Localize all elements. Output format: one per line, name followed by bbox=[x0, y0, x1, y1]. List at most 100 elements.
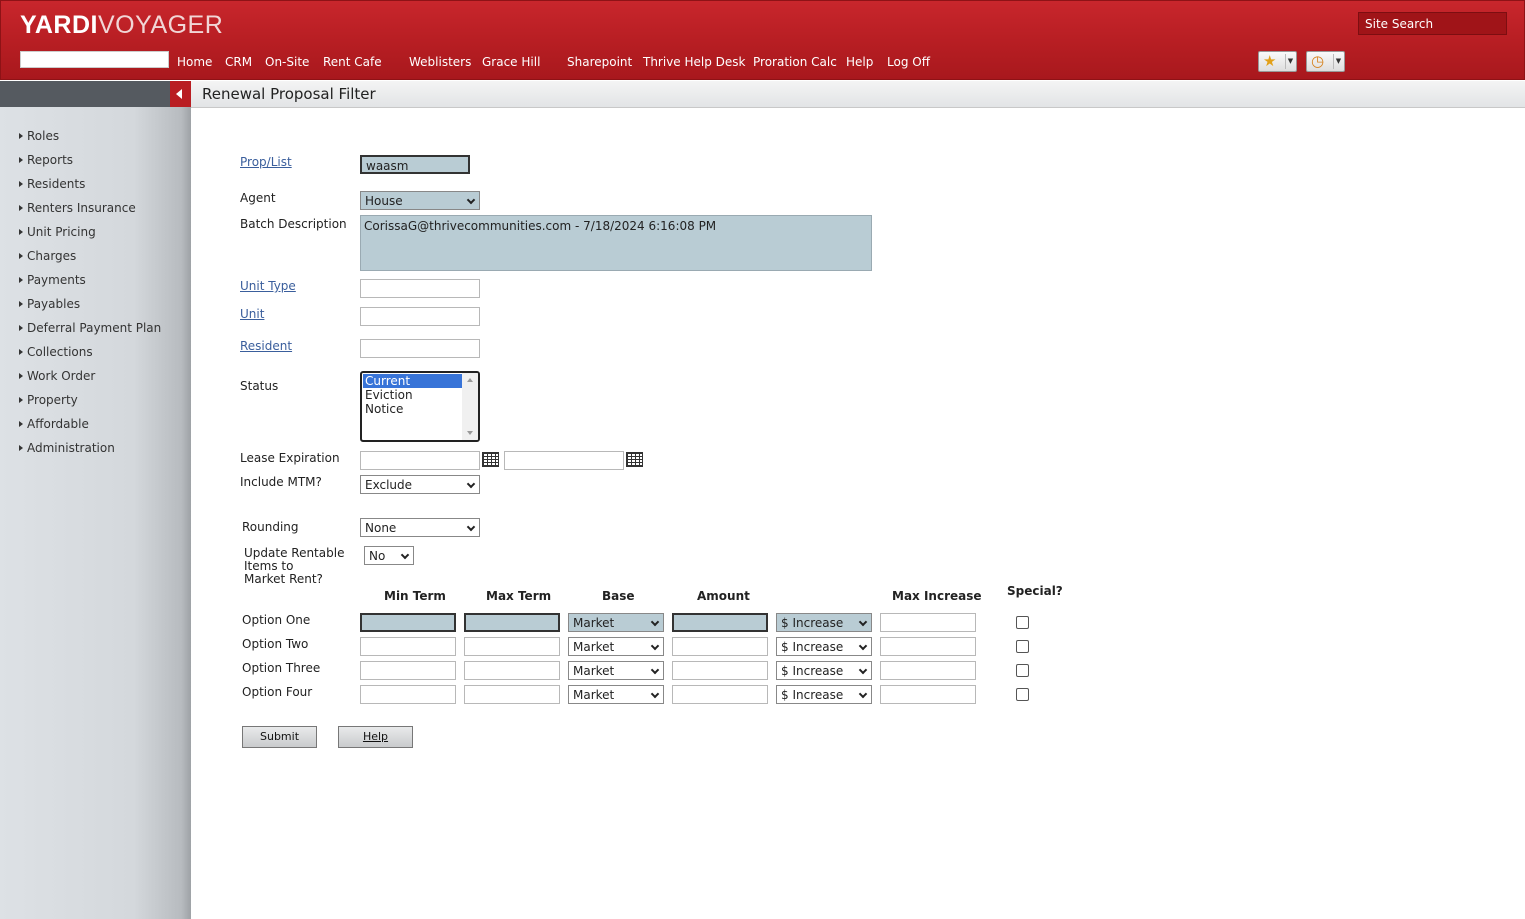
include-mtm-label: Include MTM? bbox=[240, 475, 322, 489]
rounding-select[interactable]: None bbox=[360, 518, 480, 537]
sidebar-item-unit-pricing[interactable]: Unit Pricing bbox=[19, 225, 96, 239]
sidebar-header bbox=[0, 81, 170, 107]
option-four-type-select[interactable]: $ Increase bbox=[776, 685, 872, 704]
option-three-max-term-input[interactable] bbox=[464, 661, 560, 680]
option-two-min-term-input[interactable] bbox=[360, 637, 456, 656]
status-option-eviction[interactable]: Eviction bbox=[363, 388, 464, 402]
status-scrollbar[interactable] bbox=[462, 373, 478, 440]
sidebar-item-payables[interactable]: Payables bbox=[19, 297, 80, 311]
caret-right-icon bbox=[19, 421, 23, 427]
caret-right-icon bbox=[19, 229, 23, 235]
option-four-amount-input[interactable] bbox=[672, 685, 768, 704]
status-option-current[interactable]: Current bbox=[363, 374, 464, 388]
option-four-min-term-input[interactable] bbox=[360, 685, 456, 704]
caret-right-icon bbox=[19, 301, 23, 307]
option-one-max-increase-input[interactable] bbox=[880, 613, 976, 632]
option-four-max-increase-input[interactable] bbox=[880, 685, 976, 704]
sidebar-item-affordable[interactable]: Affordable bbox=[19, 417, 89, 431]
option-two-special-checkbox[interactable] bbox=[1016, 640, 1029, 653]
sidebar-item-renters-insurance[interactable]: Renters Insurance bbox=[19, 201, 136, 215]
sidebar-collapse-button[interactable] bbox=[170, 81, 191, 107]
option-two-amount-input[interactable] bbox=[672, 637, 768, 656]
caret-right-icon bbox=[19, 253, 23, 259]
option-one-base-select[interactable]: Market bbox=[568, 613, 664, 632]
update-rentable-label: Market Rent? bbox=[244, 572, 323, 586]
batch-description-textarea[interactable]: CorissaG@thrivecommunities.com - 7/18/20… bbox=[360, 215, 872, 271]
unit-input[interactable] bbox=[360, 307, 480, 326]
nav-home[interactable]: Home bbox=[177, 55, 212, 69]
site-search-input[interactable]: Site Search bbox=[1358, 12, 1507, 35]
option-one-amount-input[interactable] bbox=[672, 613, 768, 632]
agent-select[interactable]: House bbox=[360, 191, 480, 210]
nav-rent-cafe[interactable]: Rent Cafe bbox=[323, 55, 382, 69]
status-label: Status bbox=[240, 379, 279, 393]
property-search-input[interactable] bbox=[20, 51, 169, 68]
include-mtm-select[interactable]: Exclude bbox=[360, 475, 480, 494]
sidebar-item-deferral-payment-plan[interactable]: Deferral Payment Plan bbox=[19, 321, 161, 335]
yardi-voyager-logo[interactable]: YARDIVOYAGER bbox=[20, 11, 223, 40]
lease-expiration-from-input[interactable] bbox=[360, 451, 480, 470]
sidebar-item-charges[interactable]: Charges bbox=[19, 249, 76, 263]
sidebar-item-roles[interactable]: Roles bbox=[19, 129, 59, 143]
chevron-down-icon bbox=[650, 665, 660, 675]
update-rentable-label: Update Rentable bbox=[244, 546, 345, 560]
sidebar-item-residents[interactable]: Residents bbox=[19, 177, 85, 191]
option-three-special-checkbox[interactable] bbox=[1016, 664, 1029, 677]
option-three-min-term-input[interactable] bbox=[360, 661, 456, 680]
nav-thrive-help-desk[interactable]: Thrive Help Desk bbox=[643, 55, 746, 69]
option-three-base-select[interactable]: Market bbox=[568, 661, 664, 680]
option-one-min-term-input[interactable] bbox=[360, 613, 456, 632]
nav-on-site[interactable]: On-Site bbox=[265, 55, 309, 69]
option-two-type-select[interactable]: $ Increase bbox=[776, 637, 872, 656]
nav-crm[interactable]: CRM bbox=[225, 55, 252, 69]
prop-list-link[interactable]: Prop/List bbox=[240, 155, 292, 169]
status-listbox[interactable]: Current Eviction Notice bbox=[360, 371, 480, 442]
sidebar-item-collections[interactable]: Collections bbox=[19, 345, 93, 359]
app-header: YARDIVOYAGER Site Search Home CRM On-Sit… bbox=[0, 0, 1525, 80]
option-three-type-select[interactable]: $ Increase bbox=[776, 661, 872, 680]
nav-grace-hill[interactable]: Grace Hill bbox=[482, 55, 540, 69]
update-rentable-select[interactable]: No bbox=[364, 546, 414, 565]
option-two-base-select[interactable]: Market bbox=[568, 637, 664, 656]
sidebar-item-reports[interactable]: Reports bbox=[19, 153, 73, 167]
history-button[interactable]: ◷ ▼ bbox=[1306, 51, 1345, 72]
favorites-button[interactable]: ★ ▼ bbox=[1258, 51, 1297, 72]
nav-weblisters[interactable]: Weblisters bbox=[409, 55, 471, 69]
submit-button[interactable]: Submit bbox=[242, 726, 317, 748]
chevron-down-icon bbox=[466, 479, 476, 489]
option-two-max-term-input[interactable] bbox=[464, 637, 560, 656]
prop-list-input[interactable]: waasm bbox=[360, 155, 470, 174]
resident-input[interactable] bbox=[360, 339, 480, 358]
unit-type-input[interactable] bbox=[360, 279, 480, 298]
option-four-max-term-input[interactable] bbox=[464, 685, 560, 704]
sidebar-item-property[interactable]: Property bbox=[19, 393, 78, 407]
option-one-special-checkbox[interactable] bbox=[1016, 616, 1029, 629]
nav-proration-calc[interactable]: Proration Calc bbox=[753, 55, 837, 69]
calendar-icon[interactable] bbox=[626, 452, 643, 467]
option-four-base-select[interactable]: Market bbox=[568, 685, 664, 704]
nav-help[interactable]: Help bbox=[846, 55, 873, 69]
help-button[interactable]: Help bbox=[338, 726, 413, 748]
nav-log-off[interactable]: Log Off bbox=[887, 55, 930, 69]
resident-link[interactable]: Resident bbox=[240, 339, 292, 353]
sidebar-item-administration[interactable]: Administration bbox=[19, 441, 115, 455]
option-one-max-term-input[interactable] bbox=[464, 613, 560, 632]
option-four-special-checkbox[interactable] bbox=[1016, 688, 1029, 701]
option-two-max-increase-input[interactable] bbox=[880, 637, 976, 656]
unit-type-link[interactable]: Unit Type bbox=[240, 279, 296, 293]
caret-right-icon bbox=[19, 325, 23, 331]
calendar-icon[interactable] bbox=[482, 452, 499, 467]
option-three-max-increase-input[interactable] bbox=[880, 661, 976, 680]
option-four-label: Option Four bbox=[242, 685, 313, 699]
status-option-notice[interactable]: Notice bbox=[363, 402, 464, 416]
nav-sharepoint[interactable]: Sharepoint bbox=[567, 55, 632, 69]
caret-right-icon bbox=[19, 397, 23, 403]
option-two-label: Option Two bbox=[242, 637, 309, 651]
lease-expiration-to-input[interactable] bbox=[504, 451, 624, 470]
option-three-amount-input[interactable] bbox=[672, 661, 768, 680]
sidebar-item-work-order[interactable]: Work Order bbox=[19, 369, 95, 383]
sidebar-item-payments[interactable]: Payments bbox=[19, 273, 86, 287]
unit-link[interactable]: Unit bbox=[240, 307, 264, 321]
option-one-type-select[interactable]: $ Increase bbox=[776, 613, 872, 632]
chevron-down-icon bbox=[400, 550, 410, 560]
